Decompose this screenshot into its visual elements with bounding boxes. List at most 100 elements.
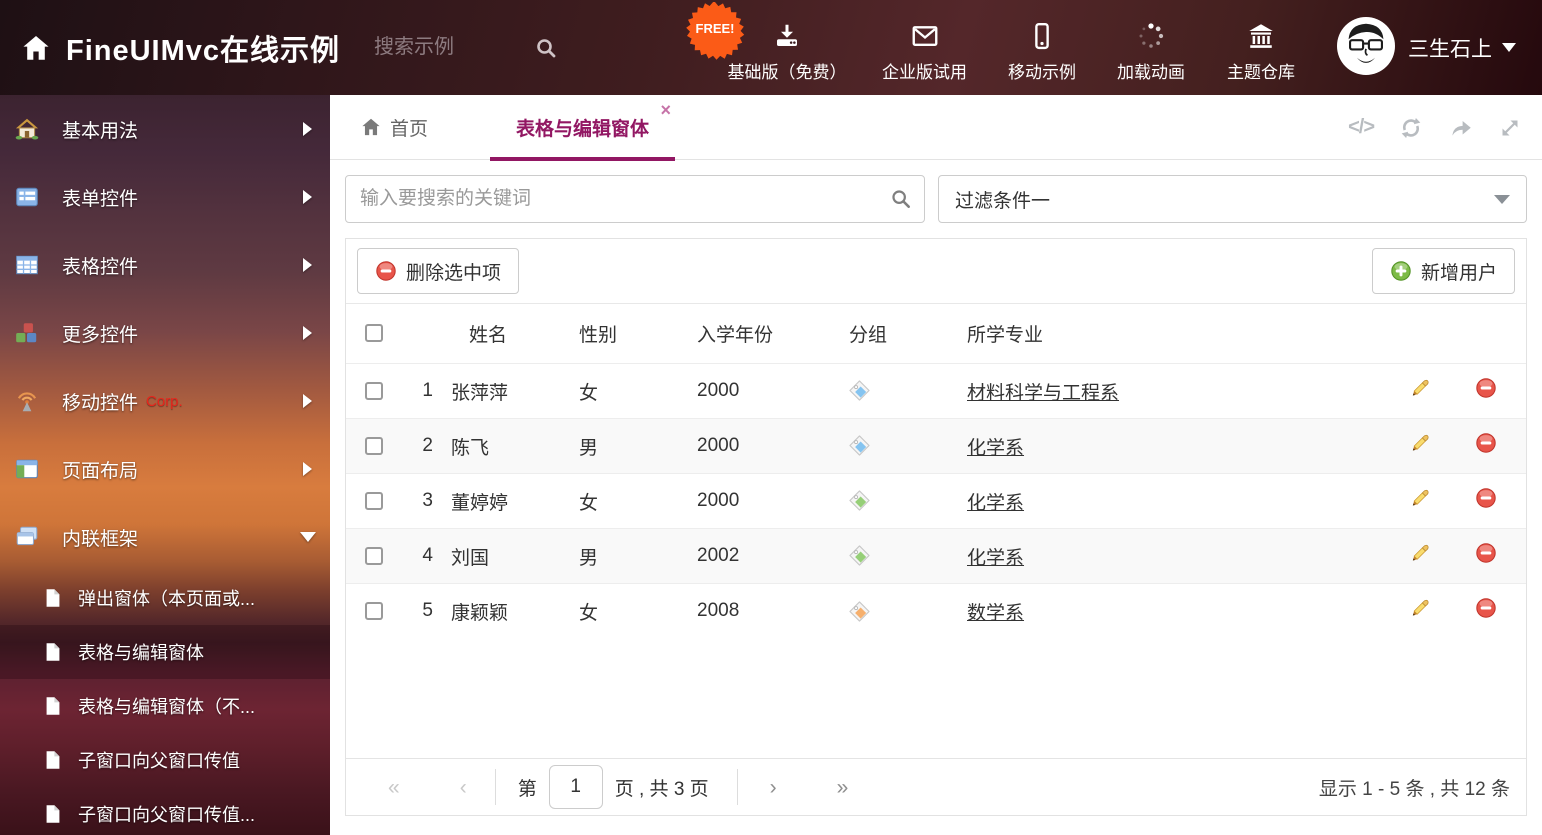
- sidebar-item-form-controls[interactable]: 表单控件: [0, 163, 330, 231]
- table-row: 5 康颖颖 女 2008 数学系: [346, 584, 1526, 639]
- spinner-icon: [1136, 21, 1166, 51]
- divider: [737, 769, 738, 805]
- grid-toolbar: 删除选中项 新增用户: [346, 239, 1526, 303]
- delete-row-icon[interactable]: [1475, 487, 1497, 515]
- tab-home[interactable]: 首页: [360, 114, 428, 141]
- row-checkbox[interactable]: [365, 547, 383, 565]
- chevron-right-icon: [303, 258, 312, 272]
- tag-icon: [849, 380, 870, 401]
- delete-row-icon[interactable]: [1475, 597, 1497, 625]
- table-row: 1 张萍萍 女 2000 材料科学与工程系: [346, 364, 1526, 419]
- chevron-down-icon: [300, 532, 316, 542]
- row-checkbox[interactable]: [365, 382, 383, 400]
- student-group: [841, 529, 959, 584]
- row-index: 4: [401, 529, 439, 584]
- edit-icon[interactable]: [1409, 542, 1431, 570]
- top-header: FineUIMvc在线示例 FREE! 基础版（免费）: [0, 0, 1542, 95]
- student-major-link[interactable]: 化学系: [967, 548, 1024, 569]
- source-code-icon[interactable]: </>: [1348, 116, 1374, 139]
- sidebar-item-page-layout[interactable]: 页面布局: [0, 435, 330, 503]
- nav-item-basic-edition[interactable]: 基础版（免费）: [712, 0, 862, 95]
- sidebar-subitem-popup-window[interactable]: 弹出窗体（本页面或...: [0, 571, 330, 625]
- student-major-link[interactable]: 化学系: [967, 438, 1024, 459]
- page-number-input[interactable]: [549, 765, 603, 809]
- sidebar-item-label: 基本用法: [62, 116, 138, 143]
- page-prefix: 第: [518, 774, 537, 801]
- edit-icon[interactable]: [1409, 377, 1431, 405]
- user-name: 三生石上: [1408, 33, 1492, 63]
- page-icon: [42, 695, 64, 717]
- divider: [495, 769, 496, 805]
- close-icon[interactable]: ×: [661, 101, 672, 119]
- sidebar-item-label: 表格控件: [62, 252, 138, 279]
- user-menu[interactable]: 三生石上: [1408, 0, 1516, 95]
- header-search: [374, 36, 574, 60]
- nav-item-loading-animation[interactable]: 加载动画: [1097, 0, 1205, 95]
- keyword-search-input[interactable]: [345, 175, 925, 223]
- sidebar-item-label: 更多控件: [62, 320, 138, 347]
- search-icon[interactable]: [534, 36, 558, 60]
- sidebar-subitem-label: 表格与编辑窗体: [78, 639, 204, 665]
- header-nav: 基础版（免费） 企业版试用 移动示例 加载动画: [712, 0, 1317, 95]
- row-checkbox[interactable]: [365, 437, 383, 455]
- delete-row-icon[interactable]: [1475, 377, 1497, 405]
- nav-item-theme-repo[interactable]: 主题仓库: [1205, 0, 1317, 95]
- sidebar-subitem-child-to-parent[interactable]: 子窗口向父窗口传值: [0, 733, 330, 787]
- table-row: 4 刘国 男 2002 化学系: [346, 529, 1526, 584]
- home-icon[interactable]: [20, 32, 52, 64]
- cubes-icon: [14, 320, 40, 346]
- sidebar-item-more-controls[interactable]: 更多控件: [0, 299, 330, 367]
- select-all-checkbox[interactable]: [365, 324, 383, 342]
- edit-icon[interactable]: [1409, 432, 1431, 460]
- student-major-link[interactable]: 化学系: [967, 493, 1024, 514]
- add-user-button[interactable]: 新增用户: [1372, 248, 1515, 294]
- nav-item-mobile-demo[interactable]: 移动示例: [987, 0, 1097, 95]
- sidebar-item-mobile-controls[interactable]: 移动控件 Corp.: [0, 367, 330, 435]
- tab-grid-edit-window[interactable]: 表格与编辑窗体 ×: [490, 95, 675, 160]
- expand-icon[interactable]: [1498, 116, 1522, 140]
- avatar[interactable]: [1337, 17, 1395, 75]
- search-icon[interactable]: [890, 188, 912, 210]
- row-checkbox[interactable]: [365, 492, 383, 510]
- edit-icon[interactable]: [1409, 487, 1431, 515]
- tab-active-label: 表格与编辑窗体: [516, 114, 649, 141]
- pagination-bar: « ‹ 第 页 , 共 3 页 › » 显示 1 - 5 条 , 共 12 条: [346, 758, 1526, 815]
- filter-dropdown[interactable]: 过滤条件一: [938, 175, 1527, 223]
- envelope-icon: [909, 21, 941, 51]
- student-name: 张萍萍: [439, 364, 571, 419]
- nav-label: 主题仓库: [1227, 58, 1295, 83]
- sidebar-item-grid-controls[interactable]: 表格控件: [0, 231, 330, 299]
- student-group: [841, 584, 959, 639]
- chevron-right-icon: [303, 190, 312, 204]
- last-page-button[interactable]: »: [837, 777, 849, 798]
- delete-row-icon[interactable]: [1475, 432, 1497, 460]
- sidebar-item-inline-frame[interactable]: 内联框架: [0, 503, 330, 571]
- edit-icon[interactable]: [1409, 597, 1431, 625]
- row-index: 3: [401, 474, 439, 529]
- sidebar-subitem-grid-edit-window-2[interactable]: 表格与编辑窗体（不...: [0, 679, 330, 733]
- sidebar-subitem-child-to-parent-2[interactable]: 子窗口向父窗口传值...: [0, 787, 330, 835]
- student-name: 刘国: [439, 529, 571, 584]
- header-search-input[interactable]: [374, 36, 534, 59]
- column-header-delete: [1446, 304, 1526, 364]
- refresh-icon[interactable]: [1398, 115, 1424, 141]
- student-major-link[interactable]: 材料科学与工程系: [967, 383, 1119, 404]
- next-page-button[interactable]: ›: [770, 777, 777, 798]
- prev-page-button[interactable]: ‹: [460, 777, 467, 798]
- student-major-link[interactable]: 数学系: [967, 603, 1024, 624]
- sidebar-item-basic-usage[interactable]: 基本用法: [0, 95, 330, 163]
- delete-selected-button[interactable]: 删除选中项: [357, 248, 519, 294]
- nav-item-enterprise-trial[interactable]: 企业版试用: [862, 0, 987, 95]
- delete-row-icon[interactable]: [1475, 542, 1497, 570]
- sidebar-item-label: 页面布局: [62, 456, 138, 483]
- phone-icon: [1027, 21, 1057, 51]
- page-content: 过滤条件一 删除选中项 新增用户: [330, 160, 1542, 816]
- add-user-label: 新增用户: [1421, 258, 1497, 285]
- sidebar-subitem-grid-edit-window[interactable]: 表格与编辑窗体: [0, 625, 330, 679]
- student-year: 2008: [689, 584, 841, 639]
- chevron-right-icon: [303, 122, 312, 136]
- row-checkbox[interactable]: [365, 602, 383, 620]
- share-icon[interactable]: [1448, 115, 1474, 141]
- first-page-button[interactable]: «: [388, 777, 400, 798]
- record-count-summary: 显示 1 - 5 条 , 共 12 条: [1319, 774, 1510, 801]
